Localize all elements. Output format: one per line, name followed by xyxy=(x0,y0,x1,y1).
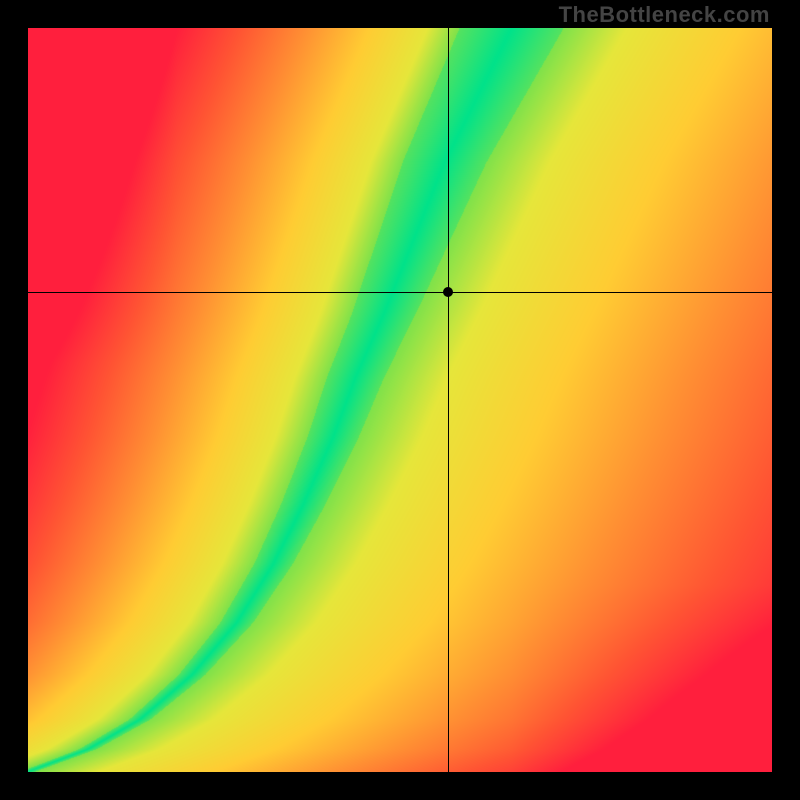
heatmap-plot xyxy=(28,28,772,772)
watermark-text: TheBottleneck.com xyxy=(559,2,770,28)
crosshair-horizontal xyxy=(28,292,772,293)
marker-dot xyxy=(443,287,453,297)
heatmap-canvas xyxy=(28,28,772,772)
crosshair-vertical xyxy=(448,28,449,772)
